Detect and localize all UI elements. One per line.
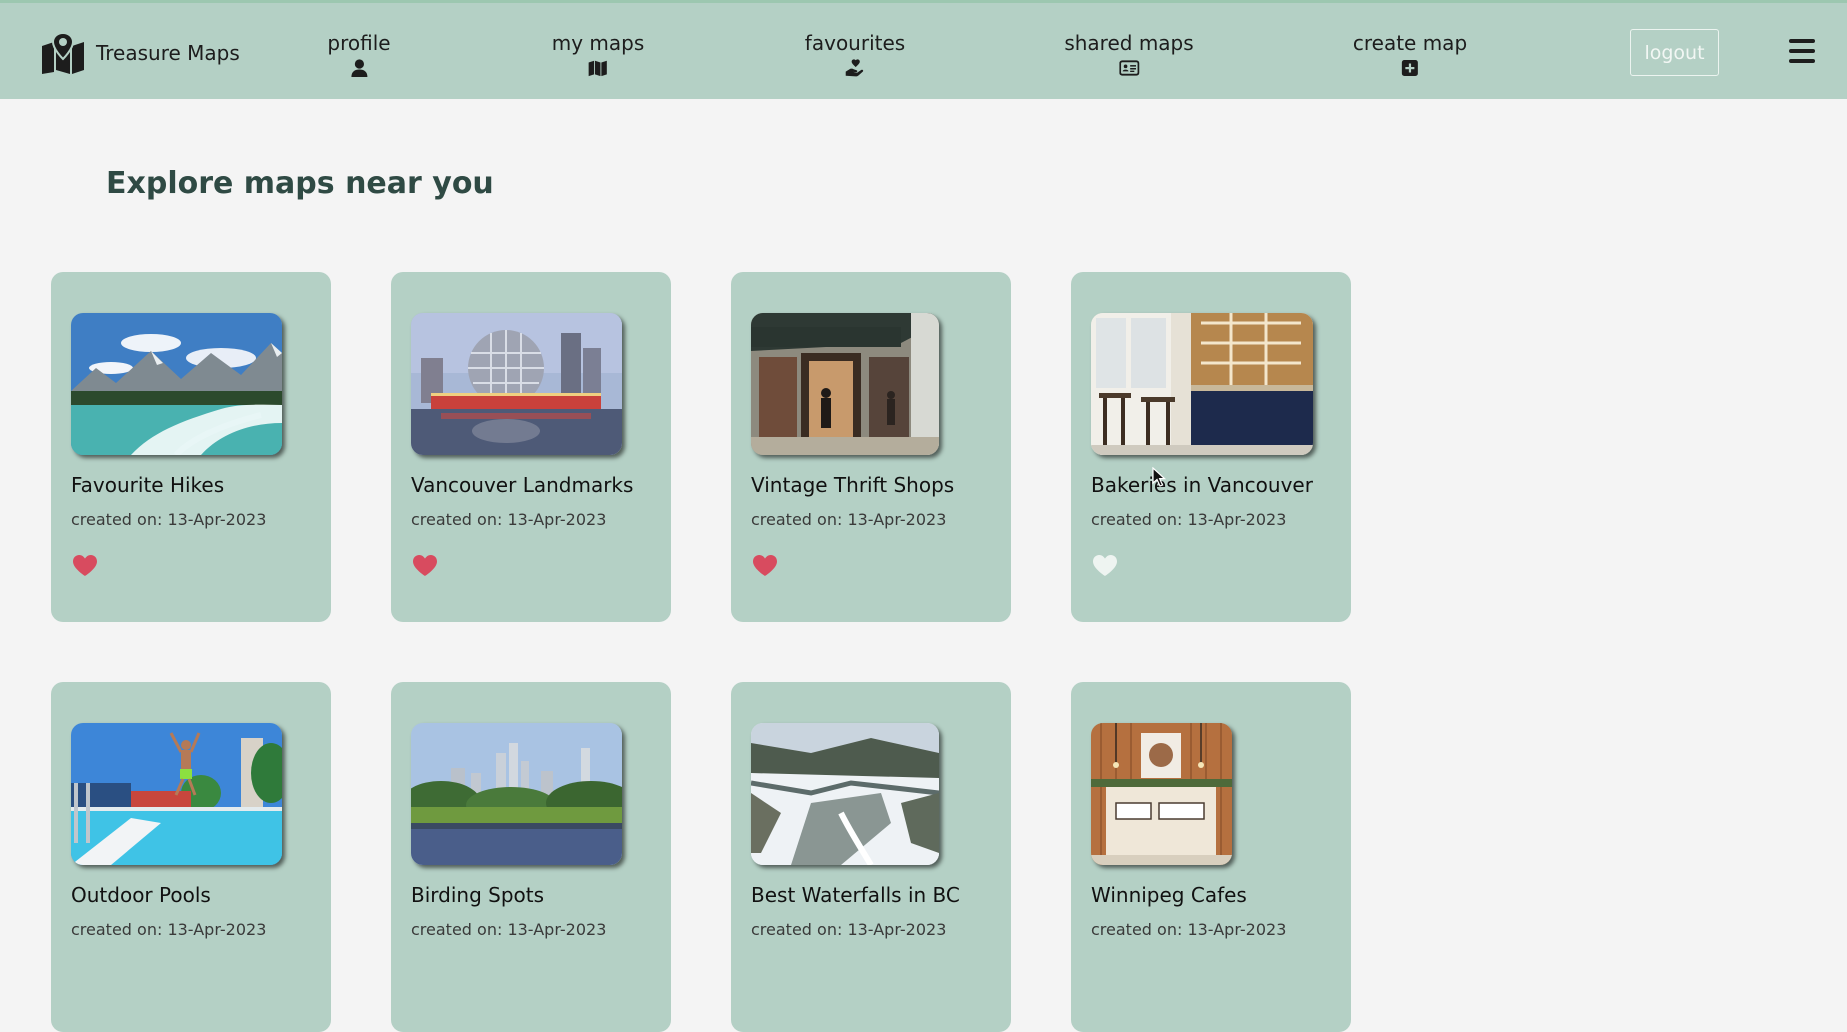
map-card[interactable]: Bakeries in Vancouver created on: 13-Apr… — [1071, 272, 1351, 622]
map-card[interactable]: Winnipeg Cafes created on: 13-Apr-2023 — [1071, 682, 1351, 1032]
map-card-date: created on: 13-Apr-2023 — [1091, 510, 1287, 529]
plus-square-icon — [1402, 60, 1418, 76]
map-card[interactable]: Vancouver Landmarks created on: 13-Apr-2… — [391, 272, 671, 622]
map-thumbnail — [71, 313, 282, 455]
page-heading: Explore maps near you — [106, 166, 494, 201]
mouse-cursor-icon — [1152, 467, 1166, 487]
nav-favourites-label: favourites — [804, 31, 906, 55]
map-thumbnail — [71, 723, 282, 865]
heart-icon[interactable] — [412, 554, 438, 578]
map-card[interactable]: Birding Spots created on: 13-Apr-2023 — [391, 682, 671, 1032]
map-card-title: Best Waterfalls in BC — [751, 883, 960, 907]
map-pin-logo-icon — [42, 32, 84, 74]
map-card-title: Vancouver Landmarks — [411, 473, 634, 497]
nav-profile-label: profile — [327, 31, 391, 55]
nav-profile[interactable]: profile — [327, 30, 391, 78]
nav-my-maps-label: my maps — [551, 31, 645, 55]
map-card-title: Outdoor Pools — [71, 883, 211, 907]
map-icon — [588, 60, 608, 77]
heart-icon[interactable] — [752, 554, 778, 578]
map-card-title: Winnipeg Cafes — [1091, 883, 1247, 907]
map-card-title: Birding Spots — [411, 883, 545, 907]
nav-create-map[interactable]: create map — [1353, 30, 1467, 78]
map-card-date: created on: 13-Apr-2023 — [411, 510, 607, 529]
map-card-date: created on: 13-Apr-2023 — [71, 510, 267, 529]
brand-name: Treasure Maps — [96, 41, 240, 65]
map-thumbnail — [411, 723, 622, 865]
map-thumbnail — [1091, 723, 1232, 865]
hand-heart-icon — [845, 59, 864, 77]
nav-my-maps[interactable]: my maps — [551, 30, 645, 78]
nav-shared-maps-label: shared maps — [1064, 31, 1194, 55]
map-card-title: Favourite Hikes — [71, 473, 225, 497]
map-card-date: created on: 13-Apr-2023 — [411, 920, 607, 939]
map-thumbnail — [751, 723, 939, 865]
brand-link[interactable]: Treasure Maps — [40, 32, 240, 74]
user-icon — [351, 59, 367, 77]
nav-favourites[interactable]: favourites — [805, 30, 905, 78]
map-card[interactable]: Outdoor Pools created on: 13-Apr-2023 — [51, 682, 331, 1032]
map-card[interactable]: Favourite Hikes created on: 13-Apr-2023 — [51, 272, 331, 622]
logout-button[interactable]: logout — [1630, 29, 1719, 76]
map-card[interactable]: Best Waterfalls in BC created on: 13-Apr… — [731, 682, 1011, 1032]
map-thumbnail — [411, 313, 622, 455]
map-card-title: Bakeries in Vancouver — [1091, 473, 1313, 497]
nav-shared-maps[interactable]: shared maps — [1064, 30, 1194, 78]
map-card[interactable]: Vintage Thrift Shops created on: 13-Apr-… — [731, 272, 1011, 622]
heart-icon[interactable] — [72, 554, 98, 578]
hamburger-icon[interactable] — [1789, 39, 1815, 65]
map-card-date: created on: 13-Apr-2023 — [71, 920, 267, 939]
heart-icon[interactable] — [1092, 554, 1118, 578]
map-thumbnail — [751, 313, 939, 455]
map-card-date: created on: 13-Apr-2023 — [751, 510, 947, 529]
map-card-date: created on: 13-Apr-2023 — [1091, 920, 1287, 939]
map-card-title: Vintage Thrift Shops — [751, 473, 955, 497]
address-card-icon — [1118, 60, 1139, 76]
nav-create-map-label: create map — [1352, 31, 1468, 55]
map-card-date: created on: 13-Apr-2023 — [751, 920, 947, 939]
top-navbar: Treasure Maps profile my maps favourites… — [0, 0, 1847, 99]
map-thumbnail — [1091, 313, 1313, 455]
